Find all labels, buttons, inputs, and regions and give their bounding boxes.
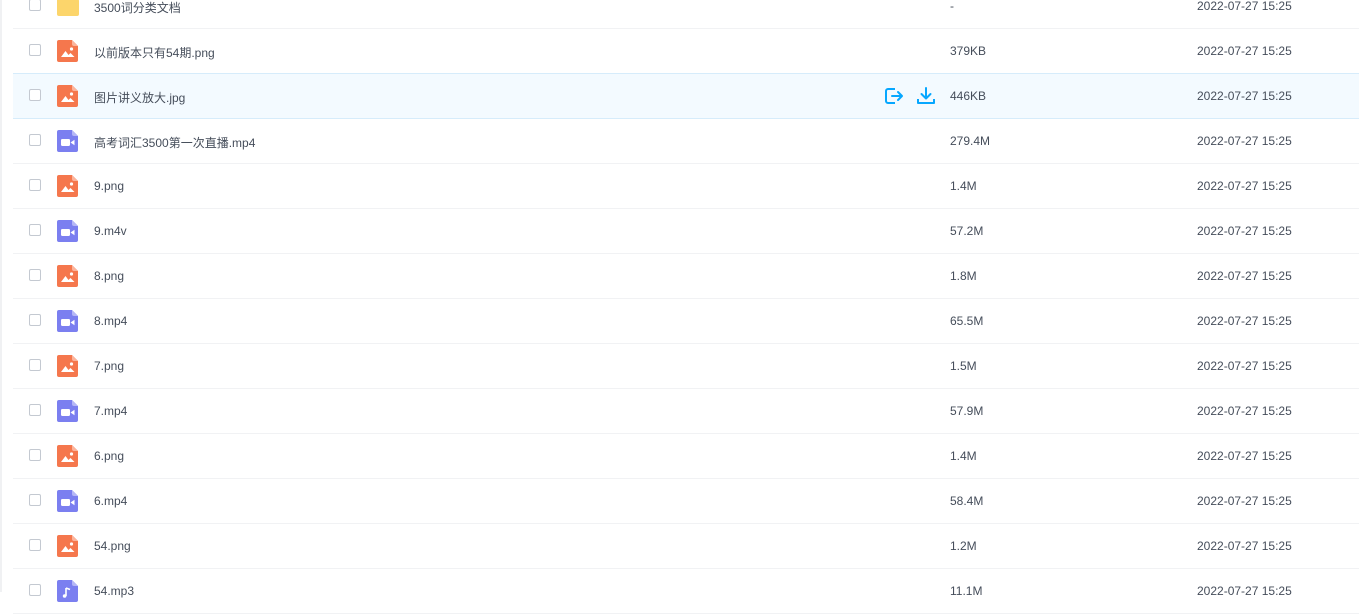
- image-file-icon: [56, 534, 80, 558]
- file-size: 11.1M: [950, 584, 983, 598]
- file-modified-date: 2022-07-27 15:25: [1197, 269, 1292, 283]
- file-modified-date: 2022-07-27 15:25: [1197, 44, 1292, 58]
- file-row[interactable]: 9.m4v 57.2M 2022-07-27 15:25: [13, 209, 1359, 254]
- row-checkbox[interactable]: [29, 359, 41, 371]
- audio-file-icon: [56, 579, 80, 603]
- video-file-icon: [56, 489, 80, 513]
- file-size: 57.9M: [950, 404, 984, 418]
- row-checkbox[interactable]: [29, 314, 41, 326]
- file-size: 65.5M: [950, 314, 984, 328]
- file-row[interactable]: 8.mp4 65.5M 2022-07-27 15:25: [13, 299, 1359, 344]
- file-row[interactable]: 6.png 1.4M 2022-07-27 15:25: [13, 434, 1359, 479]
- file-name[interactable]: 以前版本只有54期.png: [94, 44, 215, 61]
- file-modified-date: 2022-07-27 15:25: [1197, 0, 1292, 13]
- download-icon[interactable]: [915, 86, 937, 106]
- file-size: 57.2M: [950, 224, 984, 238]
- row-checkbox[interactable]: [29, 179, 41, 191]
- row-checkbox[interactable]: [29, 449, 41, 461]
- file-name[interactable]: 9.m4v: [94, 224, 127, 238]
- file-modified-date: 2022-07-27 15:25: [1197, 494, 1292, 508]
- row-checkbox[interactable]: [29, 0, 41, 11]
- file-row[interactable]: 高考词汇3500第一次直播.mp4 279.4M 2022-07-27 15:2…: [13, 119, 1359, 164]
- video-file-icon: [56, 399, 80, 423]
- file-name[interactable]: 7.mp4: [94, 404, 127, 418]
- file-size: 1.4M: [950, 449, 977, 463]
- file-modified-date: 2022-07-27 15:25: [1197, 224, 1292, 238]
- file-modified-date: 2022-07-27 15:25: [1197, 404, 1292, 418]
- file-name[interactable]: 6.png: [94, 449, 124, 463]
- image-file-icon: [56, 444, 80, 468]
- row-checkbox[interactable]: [29, 134, 41, 146]
- file-size: 1.8M: [950, 269, 977, 283]
- file-row[interactable]: 54.png 1.2M 2022-07-27 15:25: [13, 524, 1359, 569]
- video-file-icon: [56, 309, 80, 333]
- file-row[interactable]: 9.png 1.4M 2022-07-27 15:25: [13, 164, 1359, 209]
- file-row[interactable]: 以前版本只有54期.png 379KB 2022-07-27 15:25: [13, 29, 1359, 74]
- file-row[interactable]: 3500词分类文档 - 2022-07-27 15:25: [13, 0, 1359, 29]
- file-name[interactable]: 8.mp4: [94, 314, 127, 328]
- file-name[interactable]: 8.png: [94, 269, 124, 283]
- file-list: 3500词分类文档 - 2022-07-27 15:25 以前版本只有54期.p…: [13, 0, 1359, 614]
- image-file-icon: [56, 39, 80, 63]
- image-file-icon: [56, 264, 80, 288]
- file-row[interactable]: 6.mp4 58.4M 2022-07-27 15:25: [13, 479, 1359, 524]
- file-name[interactable]: 高考词汇3500第一次直播.mp4: [94, 134, 255, 151]
- file-row[interactable]: 7.mp4 57.9M 2022-07-27 15:25: [13, 389, 1359, 434]
- file-modified-date: 2022-07-27 15:25: [1197, 179, 1292, 193]
- file-name[interactable]: 9.png: [94, 179, 124, 193]
- row-checkbox[interactable]: [29, 269, 41, 281]
- file-modified-date: 2022-07-27 15:25: [1197, 539, 1292, 553]
- file-modified-date: 2022-07-27 15:25: [1197, 584, 1292, 598]
- file-modified-date: 2022-07-27 15:25: [1197, 359, 1292, 373]
- file-size: 1.4M: [950, 179, 977, 193]
- file-name[interactable]: 图片讲义放大.jpg: [94, 89, 185, 106]
- file-name[interactable]: 6.mp4: [94, 494, 127, 508]
- video-file-icon: [56, 219, 80, 243]
- row-checkbox[interactable]: [29, 224, 41, 236]
- row-checkbox[interactable]: [29, 494, 41, 506]
- file-name[interactable]: 3500词分类文档: [94, 0, 181, 16]
- file-size: 379KB: [950, 44, 987, 58]
- row-checkbox[interactable]: [29, 44, 41, 56]
- file-size: 279.4M: [950, 134, 991, 148]
- row-checkbox[interactable]: [29, 404, 41, 416]
- file-name[interactable]: 54.png: [94, 539, 131, 553]
- file-size: 1.5M: [950, 359, 977, 373]
- file-name[interactable]: 7.png: [94, 359, 124, 373]
- share-icon[interactable]: [883, 86, 905, 106]
- file-modified-date: 2022-07-27 15:25: [1197, 89, 1292, 103]
- image-file-icon: [56, 84, 80, 108]
- file-size: 1.2M: [950, 539, 977, 553]
- video-file-icon: [56, 129, 80, 153]
- file-modified-date: 2022-07-27 15:25: [1197, 314, 1292, 328]
- file-size: 58.4M: [950, 494, 984, 508]
- row-checkbox[interactable]: [29, 584, 41, 596]
- file-row[interactable]: 7.png 1.5M 2022-07-27 15:25: [13, 344, 1359, 389]
- file-modified-date: 2022-07-27 15:25: [1197, 134, 1292, 148]
- row-checkbox[interactable]: [29, 89, 41, 101]
- image-file-icon: [56, 174, 80, 198]
- file-modified-date: 2022-07-27 15:25: [1197, 449, 1292, 463]
- page-left-border: [0, 0, 2, 592]
- file-size: -: [950, 0, 954, 13]
- folder-icon: [56, 0, 80, 18]
- file-size: 446KB: [950, 89, 987, 103]
- row-checkbox[interactable]: [29, 539, 41, 551]
- file-name[interactable]: 54.mp3: [94, 584, 134, 598]
- image-file-icon: [56, 354, 80, 378]
- file-row[interactable]: 图片讲义放大.jpg 446KB 2022-07-27 15:25: [13, 73, 1359, 119]
- file-row[interactable]: 8.png 1.8M 2022-07-27 15:25: [13, 254, 1359, 299]
